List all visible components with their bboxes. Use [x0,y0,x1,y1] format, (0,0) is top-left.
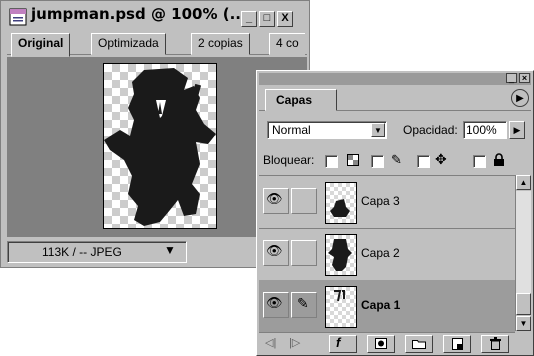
figure-thumbnail-icon [334,290,345,302]
opacity-label: Opacidad: [403,123,458,137]
document-tabs: Original Optimizada 2 copias 4 co [7,33,307,57]
psd-file-icon [9,8,27,26]
folder-icon [412,340,426,349]
new-set-button[interactable] [405,335,433,353]
layer-name: Capa 1 [361,298,401,312]
jumpman-silhouette [104,68,216,226]
visibility-toggle[interactable]: 👁 [263,188,289,214]
status-bar[interactable]: 113K / -- JPEG ▼ [7,241,187,263]
brush-icon: ✎ [297,295,309,311]
delete-layer-button[interactable] [481,335,509,353]
eye-icon: 👁 [266,295,283,310]
layer-name: Capa 2 [361,246,400,260]
figure-thumbnail-icon [330,199,350,217]
tab-2-copias[interactable]: 2 copias [191,33,250,55]
layer-row-selected[interactable]: 👁 ✎ Capa 1 [259,280,515,333]
prev-frame-icon[interactable]: ◁| [265,336,276,349]
panel-minimize-button[interactable]: _ [506,73,517,83]
lock-all-checkbox[interactable] [473,155,486,168]
eye-icon: 👁 [266,243,283,258]
layers-list: 👁 Capa 3 👁 Capa 2 👁 ✎ Capa 1 [259,175,515,333]
visibility-toggle[interactable]: 👁 [263,240,289,266]
trash-icon [490,337,501,350]
layer-thumbnail [325,286,357,328]
chevron-down-icon[interactable]: ▼ [371,123,385,137]
layer-thumbnail [325,234,357,276]
scroll-thumb[interactable] [516,293,531,315]
layer-name: Capa 3 [361,194,400,208]
document-title-bar[interactable]: jumpman.psd @ 100% (... _ □ X [3,3,307,29]
layer-style-button[interactable]: f [329,335,357,353]
tab-original[interactable]: Original [11,33,71,57]
file-size-status: 113K / -- JPEG [42,245,122,259]
layers-panel: _ × Capas ▶ Normal ▼ Opacidad: 100% ▶ Bl… [256,70,534,356]
layer-row[interactable]: 👁 Capa 2 [259,228,515,281]
eye-icon: 👁 [266,191,283,206]
panel-close-button[interactable]: × [519,73,530,83]
layer-link-toggle[interactable] [291,240,317,266]
layer-link-toggle[interactable] [291,188,317,214]
next-frame-icon[interactable]: |▷ [289,336,300,349]
move-icon: ✥ [435,151,447,167]
blend-mode-value: Normal [272,123,311,137]
transparency-icon [347,154,359,166]
close-button[interactable]: X [277,11,293,27]
tab-capas[interactable]: Capas [265,89,337,111]
tab-optimizada[interactable]: Optimizada [91,33,166,55]
panel-menu-button[interactable]: ▶ [511,89,529,107]
layers-scrollbar[interactable]: ▲ ▼ [515,175,531,331]
lock-row: Bloquear: ✎ ✥ [263,151,529,171]
add-mask-button[interactable] [367,335,395,353]
layer-thumbnail [325,182,357,224]
lock-position-checkbox[interactable] [417,155,430,168]
opacity-input[interactable]: 100% [463,121,507,139]
new-layer-icon [452,338,463,350]
mask-icon [375,338,387,349]
document-title: jumpman.psd @ 100% (... [31,5,247,23]
lock-label: Bloquear: [263,153,315,167]
layer-row[interactable]: 👁 Capa 3 [259,176,515,229]
maximize-button[interactable]: □ [259,11,275,27]
blend-mode-select[interactable]: Normal ▼ [267,121,387,139]
lock-image-checkbox[interactable] [371,155,384,168]
new-layer-button[interactable] [443,335,471,353]
opacity-slider-arrow-icon[interactable]: ▶ [509,121,525,139]
scroll-up-icon[interactable]: ▲ [516,175,531,190]
panel-title-bar[interactable]: _ × [259,73,531,85]
tab-4-copias[interactable]: 4 co [269,33,305,55]
opacity-value: 100% [466,123,497,137]
layer-link-toggle[interactable]: ✎ [291,292,317,318]
lock-transparency-checkbox[interactable] [325,155,338,168]
brush-icon: ✎ [391,152,402,167]
jumpman-image [103,63,217,229]
scroll-down-icon[interactable]: ▼ [516,316,531,331]
panel-bottom-bar: ◁| |▷ f [259,333,531,353]
figure-thumbnail-icon [328,239,352,271]
visibility-toggle[interactable]: 👁 [263,292,289,318]
layer-style-icon: f [336,335,341,350]
status-dropdown-arrow-icon[interactable]: ▼ [164,243,176,257]
panel-tabs: Capas ▶ [259,87,531,111]
lock-icon [494,153,504,166]
minimize-button[interactable]: _ [241,11,257,27]
